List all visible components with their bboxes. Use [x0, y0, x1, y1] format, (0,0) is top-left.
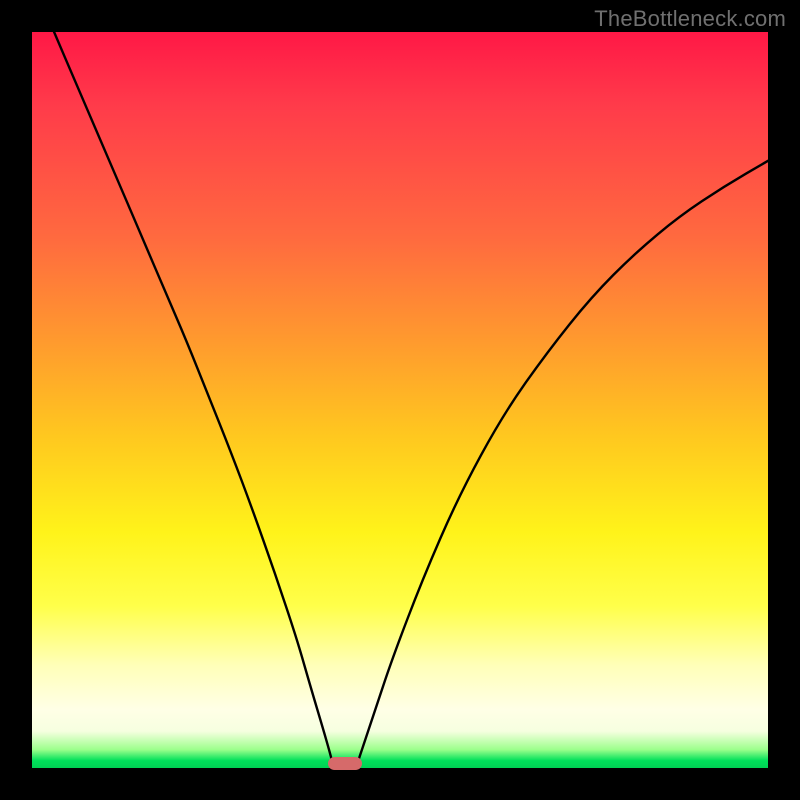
chart-plot-area [32, 32, 768, 768]
bottleneck-curve [32, 32, 768, 768]
curve-right-branch [356, 161, 768, 768]
chart-frame: TheBottleneck.com [0, 0, 800, 800]
curve-left-branch [54, 32, 334, 768]
watermark-text: TheBottleneck.com [594, 6, 786, 32]
minimum-marker [328, 757, 362, 770]
